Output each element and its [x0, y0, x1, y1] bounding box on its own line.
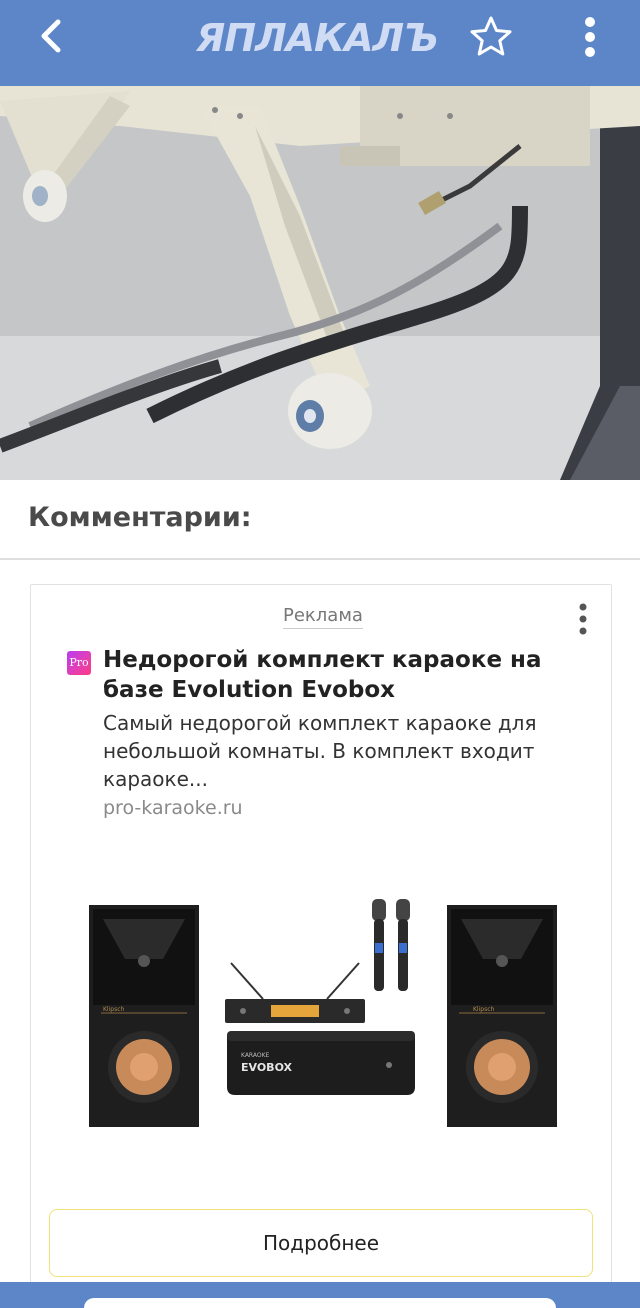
evobox-subtitle: KARAOKE	[241, 1052, 270, 1059]
ad-card[interactable]: Реклама Pro Недорогой комплект караоке н…	[30, 584, 612, 1284]
vertical-dots-icon	[585, 17, 595, 57]
photo-illustration	[0, 86, 640, 480]
evobox-brand: EVOBOX	[241, 1061, 293, 1074]
right-speaker-graphic: Klipsch	[447, 905, 557, 1127]
ad-more-button[interactable]: Подробнее	[49, 1209, 593, 1277]
comments-heading: Комментарии:	[28, 502, 252, 533]
right-speaker-brand: Klipsch	[473, 1006, 495, 1013]
ad-description: Самый недорогой комплект караоке для неб…	[103, 711, 537, 791]
ad-label: Реклама	[283, 605, 363, 629]
wireless-receiver-graphic	[225, 962, 365, 1023]
site-logo[interactable]: ЯПЛАКАЛЪ	[196, 12, 439, 64]
back-button[interactable]	[30, 14, 74, 58]
favorite-button[interactable]	[466, 12, 516, 62]
star-outline-icon	[470, 16, 512, 56]
top-bar: ЯПЛАКАЛЪ	[0, 0, 640, 86]
ad-title[interactable]: Недорогой комплект караоке на базе Evolu…	[103, 645, 583, 705]
bottom-input-field[interactable]	[84, 1298, 556, 1308]
ad-image[interactable]: Klipsch Klipsch KARAOKE EVOBOX	[63, 839, 583, 1189]
divider	[0, 558, 640, 560]
ad-domain[interactable]: pro-karaoke.ru	[103, 797, 243, 819]
more-menu-button[interactable]	[570, 12, 610, 62]
ad-menu-button[interactable]	[569, 599, 597, 639]
chevron-left-icon	[41, 19, 61, 53]
karaoke-set-illustration: Klipsch Klipsch KARAOKE EVOBOX	[89, 899, 557, 1127]
post-photo[interactable]	[0, 86, 640, 480]
microphones-graphic	[372, 899, 410, 991]
left-speaker-graphic: Klipsch	[89, 905, 199, 1127]
evobox-graphic: KARAOKE EVOBOX	[227, 1031, 415, 1095]
vertical-dots-icon	[579, 603, 587, 635]
advertiser-logo: Pro	[67, 651, 91, 675]
left-speaker-brand: Klipsch	[103, 1006, 125, 1013]
bottom-bar	[0, 1282, 640, 1308]
